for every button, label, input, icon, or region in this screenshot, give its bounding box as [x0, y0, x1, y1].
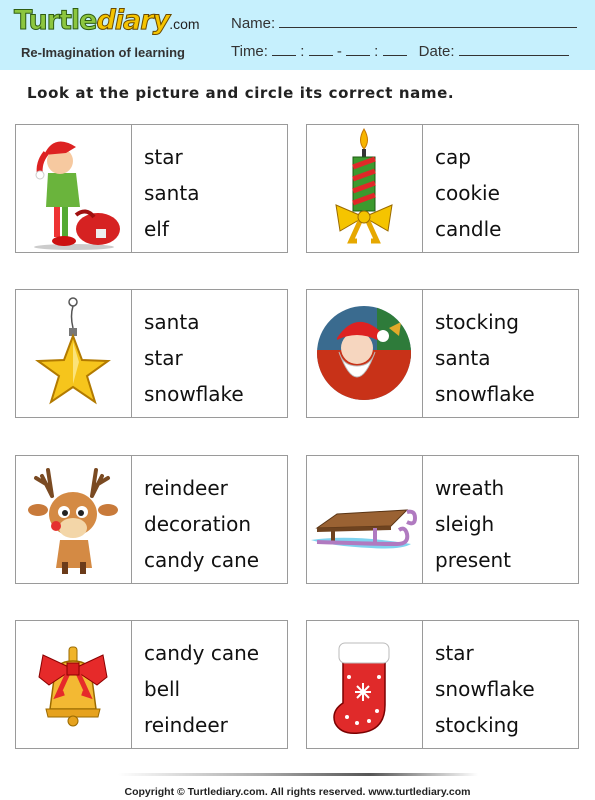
- answer-option[interactable]: cookie: [435, 175, 501, 211]
- tagline: Re-Imagination of learning: [21, 45, 185, 60]
- answer-option[interactable]: reindeer: [144, 707, 259, 743]
- candle-icon: [335, 128, 393, 244]
- worksheet-header: Turtlediary.com Re-Imagination of learni…: [0, 0, 595, 70]
- answer-option[interactable]: candle: [435, 211, 501, 247]
- answer-option[interactable]: sleigh: [435, 506, 511, 542]
- question-card: star santa elf: [15, 124, 288, 253]
- answer-options: santa star snowflake: [144, 304, 244, 412]
- santa-picture: [307, 290, 423, 417]
- time-start-minute-blank[interactable]: [308, 41, 333, 56]
- answer-options: wreath sleigh present: [435, 470, 511, 578]
- elf-picture: [16, 125, 132, 252]
- answer-option[interactable]: snowflake: [435, 671, 535, 707]
- time-end-hour-blank[interactable]: [345, 41, 370, 56]
- bell-icon: [38, 646, 108, 727]
- bell-picture: [16, 621, 132, 748]
- answer-option[interactable]: star: [435, 635, 535, 671]
- question-card: star snowflake stocking: [306, 620, 579, 749]
- date-label: Date:: [418, 43, 455, 60]
- answer-option[interactable]: santa: [144, 304, 244, 340]
- question-card: stocking santa snowflake: [306, 289, 579, 418]
- answer-option[interactable]: decoration: [144, 506, 259, 542]
- reindeer-picture: [16, 456, 132, 583]
- answer-option[interactable]: snowflake: [435, 376, 535, 412]
- answer-option[interactable]: cap: [435, 139, 501, 175]
- question-card: reindeer decoration candy cane: [15, 455, 288, 584]
- answer-options: cap cookie candle: [435, 139, 501, 247]
- candle-picture: [307, 125, 423, 252]
- reindeer-icon: [28, 468, 118, 574]
- answer-option[interactable]: elf: [144, 211, 199, 247]
- time-end-minute-blank[interactable]: [382, 41, 407, 56]
- answer-option[interactable]: star: [144, 340, 244, 376]
- answer-option[interactable]: reindeer: [144, 470, 259, 506]
- answer-options: stocking santa snowflake: [435, 304, 535, 412]
- question-card: cap cookie candle: [306, 124, 579, 253]
- answer-option[interactable]: candy cane: [144, 635, 259, 671]
- answer-option[interactable]: stocking: [435, 707, 535, 743]
- answer-option[interactable]: star: [144, 139, 199, 175]
- question-card: candy cane bell reindeer: [15, 620, 288, 749]
- time-date-field: Time: : - : Date:: [231, 41, 569, 60]
- turtlediary-logo[interactable]: Turtlediary.com: [13, 5, 199, 39]
- santa-icon: [317, 306, 411, 400]
- answer-options: star snowflake stocking: [435, 635, 535, 743]
- answer-options: star santa elf: [144, 139, 199, 247]
- question-card: wreath sleigh present: [306, 455, 579, 584]
- name-field: Name:: [231, 13, 578, 32]
- answer-option[interactable]: present: [435, 542, 511, 578]
- answer-option[interactable]: santa: [435, 340, 535, 376]
- answer-options: reindeer decoration candy cane: [144, 470, 259, 578]
- copyright-footer: Copyright © Turtlediary.com. All rights …: [124, 786, 471, 798]
- sleigh-picture: [307, 456, 423, 583]
- answer-option[interactable]: bell: [144, 671, 259, 707]
- answer-option[interactable]: santa: [144, 175, 199, 211]
- name-label: Name:: [231, 15, 276, 32]
- answer-option[interactable]: stocking: [435, 304, 535, 340]
- name-blank[interactable]: [279, 13, 578, 28]
- answer-options: candy cane bell reindeer: [144, 635, 259, 743]
- answer-option[interactable]: candy cane: [144, 542, 259, 578]
- elf-icon: [34, 141, 120, 250]
- date-blank[interactable]: [458, 41, 569, 56]
- answer-option[interactable]: wreath: [435, 470, 511, 506]
- question-card: santa star snowflake: [15, 289, 288, 418]
- instruction-text: Look at the picture and circle its corre…: [27, 84, 455, 102]
- time-label: Time:: [231, 43, 268, 60]
- star-picture: [16, 290, 132, 417]
- stocking-icon: [333, 642, 390, 735]
- answer-option[interactable]: snowflake: [144, 376, 244, 412]
- star-ornament-icon: [35, 297, 111, 405]
- footer-divider: [118, 773, 478, 776]
- stocking-picture: [307, 621, 423, 748]
- sleigh-icon: [311, 509, 418, 549]
- time-start-hour-blank[interactable]: [272, 41, 297, 56]
